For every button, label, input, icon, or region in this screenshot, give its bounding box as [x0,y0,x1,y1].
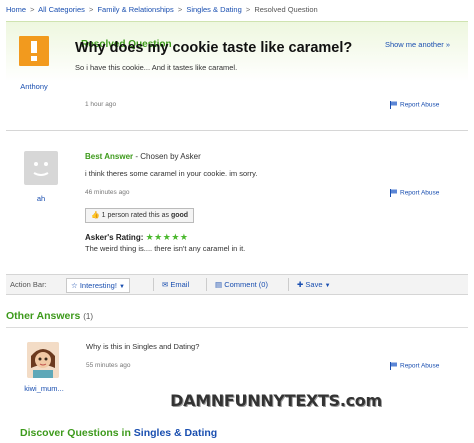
breadcrumb-all-categories[interactable]: All Categories [38,5,85,14]
question-panel: Anthony Resolved Question Show me anothe… [6,21,468,131]
rated-text: 1 person rated this as [101,212,171,219]
save-button[interactable]: ✚ Save ▼ [293,278,335,291]
chosen-by-label: - Chosen by Asker [133,152,201,161]
exclamation-avatar-icon[interactable] [19,36,49,66]
report-abuse-label: Report Abuse [400,101,440,109]
other-answer-author[interactable]: kiwi_mum... [18,384,70,393]
star-icon: ☆ [71,281,78,290]
other-answer-report-abuse[interactable]: Report Abuse [390,362,439,370]
email-button[interactable]: ✉ Email [158,278,193,291]
rated-value: good [170,212,189,219]
report-abuse-label: Report Abuse [400,362,440,370]
other-answer-body: Why is this in Singles and Dating? [86,342,200,351]
other-answers-heading: Other Answers (1) [6,310,93,322]
comment-icon: ▤ [215,280,223,289]
save-label: Save [305,280,323,289]
action-bar-label: Action Bar: [10,280,47,289]
other-answers-count: (1) [83,312,94,321]
question-body: So i have this cookie... And it tastes l… [75,63,238,72]
question-title: Why does my cookie taste like caramel? [75,40,353,56]
other-answer-time: 55 minutes ago [86,362,131,369]
interesting-label: Interesting! [79,281,117,290]
chevron-down-icon: ▼ [324,283,331,289]
action-bar: Action Bar: ☆ Interesting! ▼ ✉ Email ▤ C… [6,274,468,295]
email-label: Email [170,280,190,289]
askers-rating-label: Asker's Rating: [85,233,144,242]
watermark-logo: DAMNFUNNYTEXTS.com [145,391,407,411]
other-answers-title: Other Answers [6,310,81,322]
comment-label: Comment (0) [224,280,268,289]
rating-stars: ★★★★★ [145,232,189,242]
report-abuse-label: Report Abuse [400,189,440,197]
breadcrumb-home[interactable]: Home [6,5,26,14]
askers-rating: Asker's Rating: ★★★★★ [85,232,188,243]
comment-button[interactable]: ▤ Comment (0) [211,278,272,291]
question-time: 1 hour ago [85,101,117,108]
discover-questions-heading: Discover Questions in Singles & Dating [20,427,217,439]
rating-comment: The weird thing is.... there isn't any c… [85,244,246,253]
flag-icon [390,362,397,370]
kiwi-avatar-icon[interactable] [27,342,59,378]
discover-in: in [118,427,134,439]
breadcrumb-singles-dating[interactable]: Singles & Dating [186,5,241,14]
breadcrumb: Home > All Categories > Family & Relatio… [6,5,318,14]
answerer-name[interactable]: ah [16,194,66,203]
flag-icon [390,189,397,197]
plus-icon: ✚ [297,280,304,289]
best-answer-label: Best Answer [85,152,134,161]
flag-icon [390,101,397,109]
best-answer-body: i think theres some caramel in your cook… [85,169,258,178]
interesting-button[interactable]: ☆ Interesting! ▼ [66,278,130,293]
show-me-another-link[interactable]: Show me another » [385,40,450,49]
default-avatar-icon[interactable] [24,151,58,185]
discover-prefix: Discover Questions [20,427,119,439]
best-answer-time: 46 minutes ago [85,189,130,196]
thumbs-up-icon: 👍 [91,212,100,219]
rated-good-badge[interactable]: 👍 1 person rated this as good [85,208,195,223]
envelope-icon: ✉ [162,280,169,289]
best-answer-report-abuse[interactable]: Report Abuse [390,189,439,197]
breadcrumb-family-relationships[interactable]: Family & Relationships [97,5,173,14]
asker-name[interactable]: Anthony [9,82,59,91]
best-answer-heading: Best Answer - Chosen by Asker [85,152,201,161]
chevron-down-icon: ▼ [119,284,125,290]
question-report-abuse[interactable]: Report Abuse [390,101,439,109]
breadcrumb-current: Resolved Question [254,5,318,14]
discover-category-link[interactable]: Singles & Dating [134,427,217,439]
